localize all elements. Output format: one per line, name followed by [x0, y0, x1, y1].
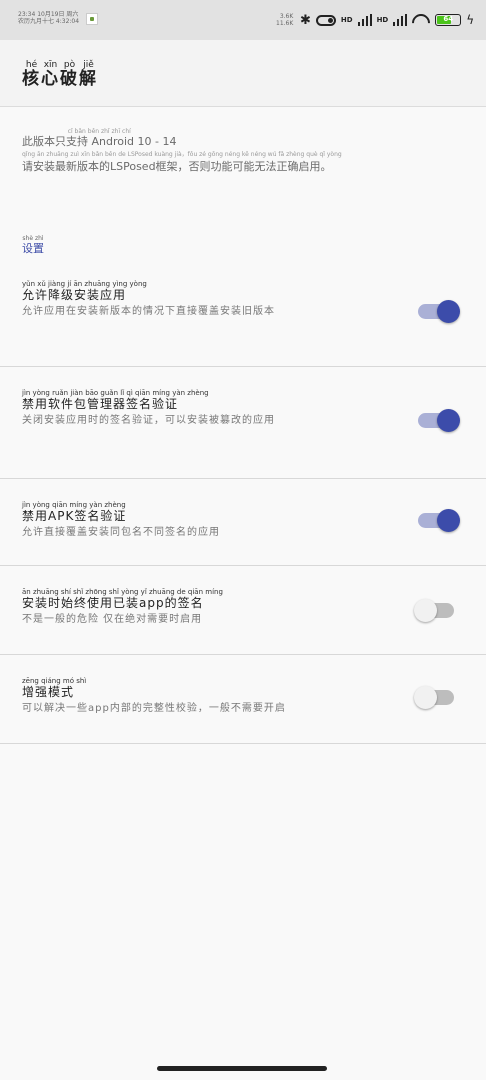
- title-char: hé 核: [22, 60, 41, 88]
- title-char-hanzi: 解: [79, 69, 98, 89]
- setting-title: 安装时始终使用已装app的签名: [22, 596, 204, 610]
- status-icons: ✱ HD HD 64 ϟ: [300, 11, 474, 29]
- title-char-hanzi: 心: [41, 69, 60, 89]
- setting-summary: 不是一般的危险 仅在绝对需要时启用: [22, 614, 203, 625]
- app-bar: hé 核 xīn 心 pò 破 jiě 解: [0, 40, 486, 107]
- hd-icon-2: HD: [376, 16, 389, 24]
- network-speed-unit: 11.6K: [276, 20, 294, 27]
- setting-summary: 允许应用在安装新版本的情况下直接覆盖安装旧版本: [22, 306, 275, 317]
- title-char: jiě 解: [79, 60, 98, 88]
- setting-row-disable-apk-signature[interactable]: jìn yòng qiān míng yàn zhèng 禁用APK签名验证 允许…: [0, 479, 486, 566]
- setting-title: 增强模式: [22, 685, 75, 699]
- setting-row-allow-downgrade[interactable]: yǔn xǔ jiàng jí ān zhuāng yìng yòng 允许降级安…: [0, 268, 486, 367]
- use-installed-signature-switch[interactable]: [414, 599, 460, 623]
- setting-summary: 允许直接覆盖安装同包名不同签名的应用: [22, 527, 220, 538]
- status-date-line1: 23:34 10月19日 周六: [18, 11, 79, 18]
- description: cǐ bǎn běn zhǐ zhī chí 此版本只支持 Android 10 …: [22, 128, 442, 179]
- network-speed-value: 3.6K: [279, 13, 294, 20]
- description-line-1: cǐ bǎn běn zhǐ zhī chí 此版本只支持 Android 10 …: [22, 128, 177, 148]
- charging-icon: ϟ: [466, 13, 475, 27]
- description-line-2: qǐng ān zhuāng zuì xīn bǎn běn de LSPose…: [22, 151, 442, 175]
- description-text-2: 请安装最新版本的LSPosed框架，否则功能可能无法正确启用。: [22, 160, 332, 173]
- setting-title: 禁用软件包管理器签名验证: [22, 397, 179, 411]
- signal-icon-2: [393, 14, 408, 26]
- title-char: pò 破: [60, 60, 79, 88]
- description-text-1: 此版本只支持 Android 10 - 14: [22, 135, 177, 148]
- section-header-title: 设置: [22, 242, 44, 255]
- hd-icon-1: HD: [340, 16, 353, 24]
- page-title: hé 核 xīn 心 pò 破 jiě 解: [22, 60, 98, 88]
- battery-level: 64: [443, 15, 454, 23]
- network-speed: 3.6K 11.6K: [276, 13, 293, 27]
- title-char-hanzi: 破: [60, 69, 79, 89]
- bluetooth-icon: ✱: [300, 12, 311, 28]
- gesture-navigation-bar[interactable]: [157, 1066, 327, 1071]
- setting-title: 允许降级安装应用: [22, 288, 127, 302]
- setting-summary: 可以解决一些app内部的完整性校验，一般不需要开启: [22, 703, 286, 714]
- wifi-icon: [412, 14, 430, 26]
- disable-pm-signature-switch[interactable]: [414, 409, 460, 433]
- signal-icon-1: [357, 14, 372, 26]
- enhanced-mode-switch[interactable]: [414, 686, 460, 710]
- setting-row-enhanced-mode[interactable]: zēng qiáng mó shì 增强模式 可以解决一些app内部的完整性校验，…: [0, 655, 486, 744]
- setting-row-use-installed-signature[interactable]: ān zhuāng shí shǐ zhōng shǐ yòng yǐ zhuā…: [0, 566, 486, 655]
- setting-title: 禁用APK签名验证: [22, 509, 127, 523]
- battery-icon: 64: [435, 14, 462, 26]
- title-char-hanzi: 核: [22, 69, 41, 89]
- disable-apk-signature-switch[interactable]: [414, 509, 460, 533]
- status-date: 23:34 10月19日 周六 农历九月十七 4:32:04: [18, 11, 79, 25]
- app-notification-icon: [86, 13, 98, 25]
- settings-section-header: shè zhì 设置: [22, 235, 44, 254]
- allow-downgrade-switch[interactable]: [414, 300, 460, 324]
- status-date-line2: 农历九月十七 4:32:04: [18, 18, 80, 25]
- mode-toggle-icon: [315, 14, 336, 26]
- setting-summary: 关闭安装应用时的签名验证，可以安装被篡改的应用: [22, 415, 275, 426]
- status-bar: 23:34 10月19日 周六 农历九月十七 4:32:04 3.6K 11.6…: [0, 0, 486, 40]
- setting-row-disable-pm-signature[interactable]: jìn yòng ruǎn jiàn bāo guǎn lǐ qì qiān m…: [0, 367, 486, 479]
- title-char: xīn 心: [41, 60, 60, 88]
